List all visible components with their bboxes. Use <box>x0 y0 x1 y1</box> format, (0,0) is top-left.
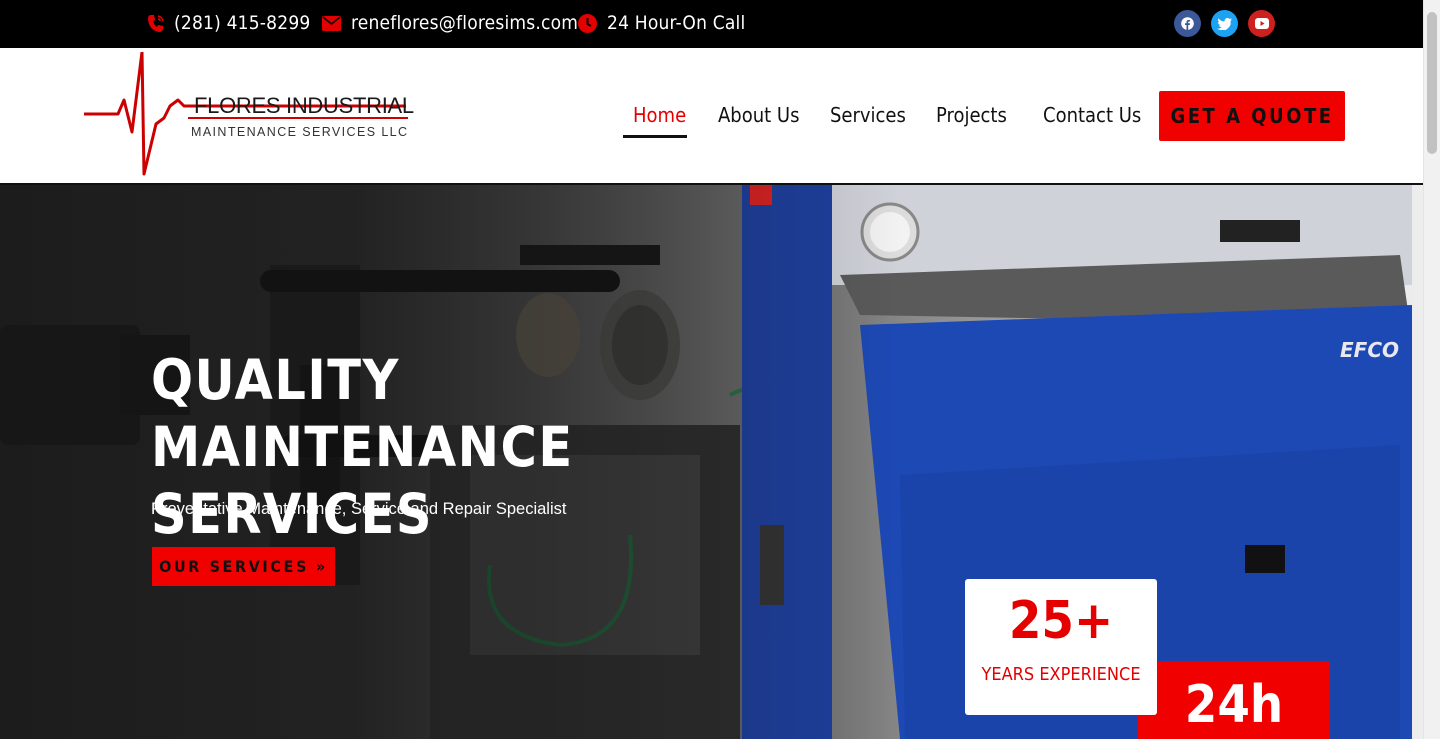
nav-projects[interactable]: Projects <box>936 103 1007 127</box>
email-address: reneflores@floresims.com <box>351 12 579 34</box>
youtube-icon <box>1254 18 1269 29</box>
stat-experience-label: YEARS EXPERIENCE <box>981 664 1141 685</box>
logo-subtitle: MAINTENANCE SERVICES LLC <box>191 125 409 139</box>
our-services-label: OUR SERVICES <box>159 557 309 576</box>
hero-title-line-1: QUALITY MAINTENANCE <box>151 348 574 479</box>
nav-about-us[interactable]: About Us <box>718 103 799 127</box>
double-chevron-right-icon: » <box>315 557 328 576</box>
hero-section: EFCO QUALITY MAINTENANCE SERVICES Preven… <box>0 185 1423 739</box>
nav-home[interactable]: Home <box>633 103 686 127</box>
page-scrollbar[interactable] <box>1423 0 1440 739</box>
site-header: FLORES INDUSTRIAL MAINTENANCE SERVICES L… <box>0 48 1423 185</box>
facebook-button[interactable] <box>1174 10 1201 37</box>
phone-icon <box>148 14 164 32</box>
get-a-quote-button[interactable]: GET A QUOTE <box>1159 91 1345 141</box>
envelope-icon <box>322 15 341 31</box>
our-services-button[interactable]: OUR SERVICES » <box>152 547 335 586</box>
youtube-button[interactable] <box>1248 10 1275 37</box>
logo-title: FLORES INDUSTRIAL <box>194 93 414 118</box>
twitter-icon <box>1217 17 1232 30</box>
hours-info: 24 Hour-On Call <box>578 0 745 46</box>
stat-hours-number: 24h <box>1184 675 1284 735</box>
nav-contact-us[interactable]: Contact Us <box>1043 103 1141 127</box>
company-logo[interactable]: FLORES INDUSTRIAL MAINTENANCE SERVICES L… <box>84 52 414 178</box>
email-link[interactable]: reneflores@floresims.com <box>322 0 578 46</box>
efco-brand-label: EFCO <box>1340 338 1399 362</box>
top-bar: (281) 415-8299 reneflores@floresims.com … <box>0 0 1423 48</box>
nav-active-indicator <box>623 135 687 138</box>
clock-icon <box>578 13 597 33</box>
facebook-icon <box>1181 17 1194 30</box>
twitter-button[interactable] <box>1211 10 1238 37</box>
stat-card-hours: 24h <box>1138 661 1330 739</box>
nav-services[interactable]: Services <box>830 103 906 127</box>
hero-subtitle: Preventative Maintenance, Service and Re… <box>151 500 567 518</box>
stat-experience-number: 25+ <box>1008 591 1114 651</box>
phone-number: (281) 415-8299 <box>174 12 311 34</box>
stat-card-experience: 25+ YEARS EXPERIENCE <box>965 579 1157 715</box>
scrollbar-thumb[interactable] <box>1427 12 1437 154</box>
phone-link[interactable]: (281) 415-8299 <box>147 0 310 46</box>
hours-text: 24 Hour-On Call <box>607 12 746 34</box>
